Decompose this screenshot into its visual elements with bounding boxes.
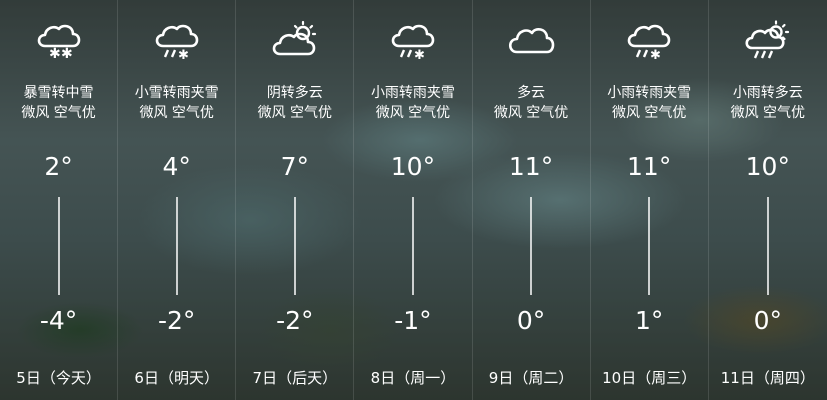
low-temperature: 1° — [634, 306, 664, 335]
svg-text:✱: ✱ — [650, 48, 661, 60]
low-temperature: 0° — [516, 306, 546, 335]
svg-text:✱: ✱ — [178, 48, 189, 60]
high-temperature: 2° — [44, 152, 73, 181]
low-temperature: -1° — [394, 306, 432, 335]
forecast-date: 9日（周二） — [488, 369, 574, 387]
high-temperature: 7° — [280, 152, 310, 181]
forecast-day[interactable]: ✱ 小雨转雨夹雪 微风 空气优 10° -1° 8日（周一） — [354, 0, 473, 400]
forecast-date: 5日（今天） — [16, 369, 101, 387]
forecast-day[interactable]: 小雨转多云 微风 空气优 10° 0° 11日（周四） — [709, 0, 827, 400]
cloud-snow-icon: ✱ ✱ — [33, 20, 85, 60]
wind-air-quality: 微风 空气优 — [21, 105, 96, 121]
weather-condition: 小雨转多云 — [732, 85, 803, 101]
cloud-sleet-icon: ✱ — [151, 20, 203, 60]
wind-air-quality: 微风 空气优 — [257, 105, 333, 121]
svg-text:✱: ✱ — [61, 46, 73, 60]
weather-condition: 阴转多云 — [266, 85, 323, 101]
forecast-day[interactable]: 阴转多云 微风 空气优 7° -2° 7日（后天） — [236, 0, 355, 400]
wind-air-quality: 微风 空气优 — [730, 105, 806, 121]
forecast-date: 6日（明天） — [134, 369, 219, 387]
high-temperature: 4° — [162, 152, 191, 181]
temperature-range-bar — [57, 197, 60, 295]
forecast-day[interactable]: ✱ 小雨转雨夹雪 微风 空气优 11° 1° 10日（周三） — [591, 0, 709, 400]
forecast-date: 10日（周三） — [602, 369, 697, 387]
svg-text:✱: ✱ — [414, 48, 425, 60]
forecast-day[interactable]: ✱ ✱ 暴雪转中雪 微风 空气优 2° -4° 5日（今天） — [0, 0, 119, 400]
wind-air-quality: 微风 空气优 — [375, 105, 451, 121]
high-temperature: 10° — [390, 152, 436, 181]
forecast-date: 7日（后天） — [252, 369, 338, 387]
cloud-sleet-icon: ✱ — [387, 20, 439, 60]
forecast-day[interactable]: ✱ 小雪转雨夹雪 微风 空气优 4° -2° 6日（明天） — [118, 0, 237, 400]
wind-air-quality: 微风 空气优 — [611, 105, 687, 121]
temperature-range-bar — [648, 197, 651, 295]
sun-cloud-rain-icon — [742, 20, 794, 60]
low-temperature: -2° — [276, 306, 314, 335]
svg-text:✱: ✱ — [49, 46, 61, 60]
weather-condition: 小雪转雨夹雪 — [134, 85, 219, 101]
high-temperature: 11° — [508, 152, 554, 181]
temperature-range-bar — [175, 197, 178, 295]
cloud-icon — [505, 20, 557, 60]
low-temperature: -4° — [39, 306, 78, 335]
temperature-range-bar — [530, 197, 533, 295]
high-temperature: 11° — [627, 152, 672, 181]
cloud-sleet-icon: ✱ — [623, 20, 675, 60]
weather-condition: 小雨转雨夹雪 — [370, 85, 455, 101]
temperature-range-bar — [293, 197, 296, 295]
weather-condition: 多云 — [517, 85, 546, 101]
sun-cloud-icon — [269, 20, 321, 60]
forecast-date: 11日（周四） — [720, 369, 815, 387]
weather-condition: 小雨转雨夹雪 — [607, 85, 692, 101]
low-temperature: 0° — [753, 306, 783, 335]
high-temperature: 10° — [745, 152, 790, 181]
temperature-range-bar — [411, 197, 414, 295]
forecast-date: 8日（周一） — [370, 369, 456, 387]
forecast-day[interactable]: 多云 微风 空气优 11° 0° 9日（周二） — [473, 0, 591, 400]
forecast-strip: ✱ ✱ 暴雪转中雪 微风 空气优 2° -4° 5日（今天） ✱ 小雪转雨夹雪 微… — [0, 0, 827, 400]
weather-condition: 暴雪转中雪 — [23, 85, 94, 101]
wind-air-quality: 微风 空气优 — [493, 105, 569, 121]
wind-air-quality: 微风 空气优 — [139, 105, 214, 121]
low-temperature: -2° — [157, 306, 196, 335]
temperature-range-bar — [766, 197, 769, 295]
